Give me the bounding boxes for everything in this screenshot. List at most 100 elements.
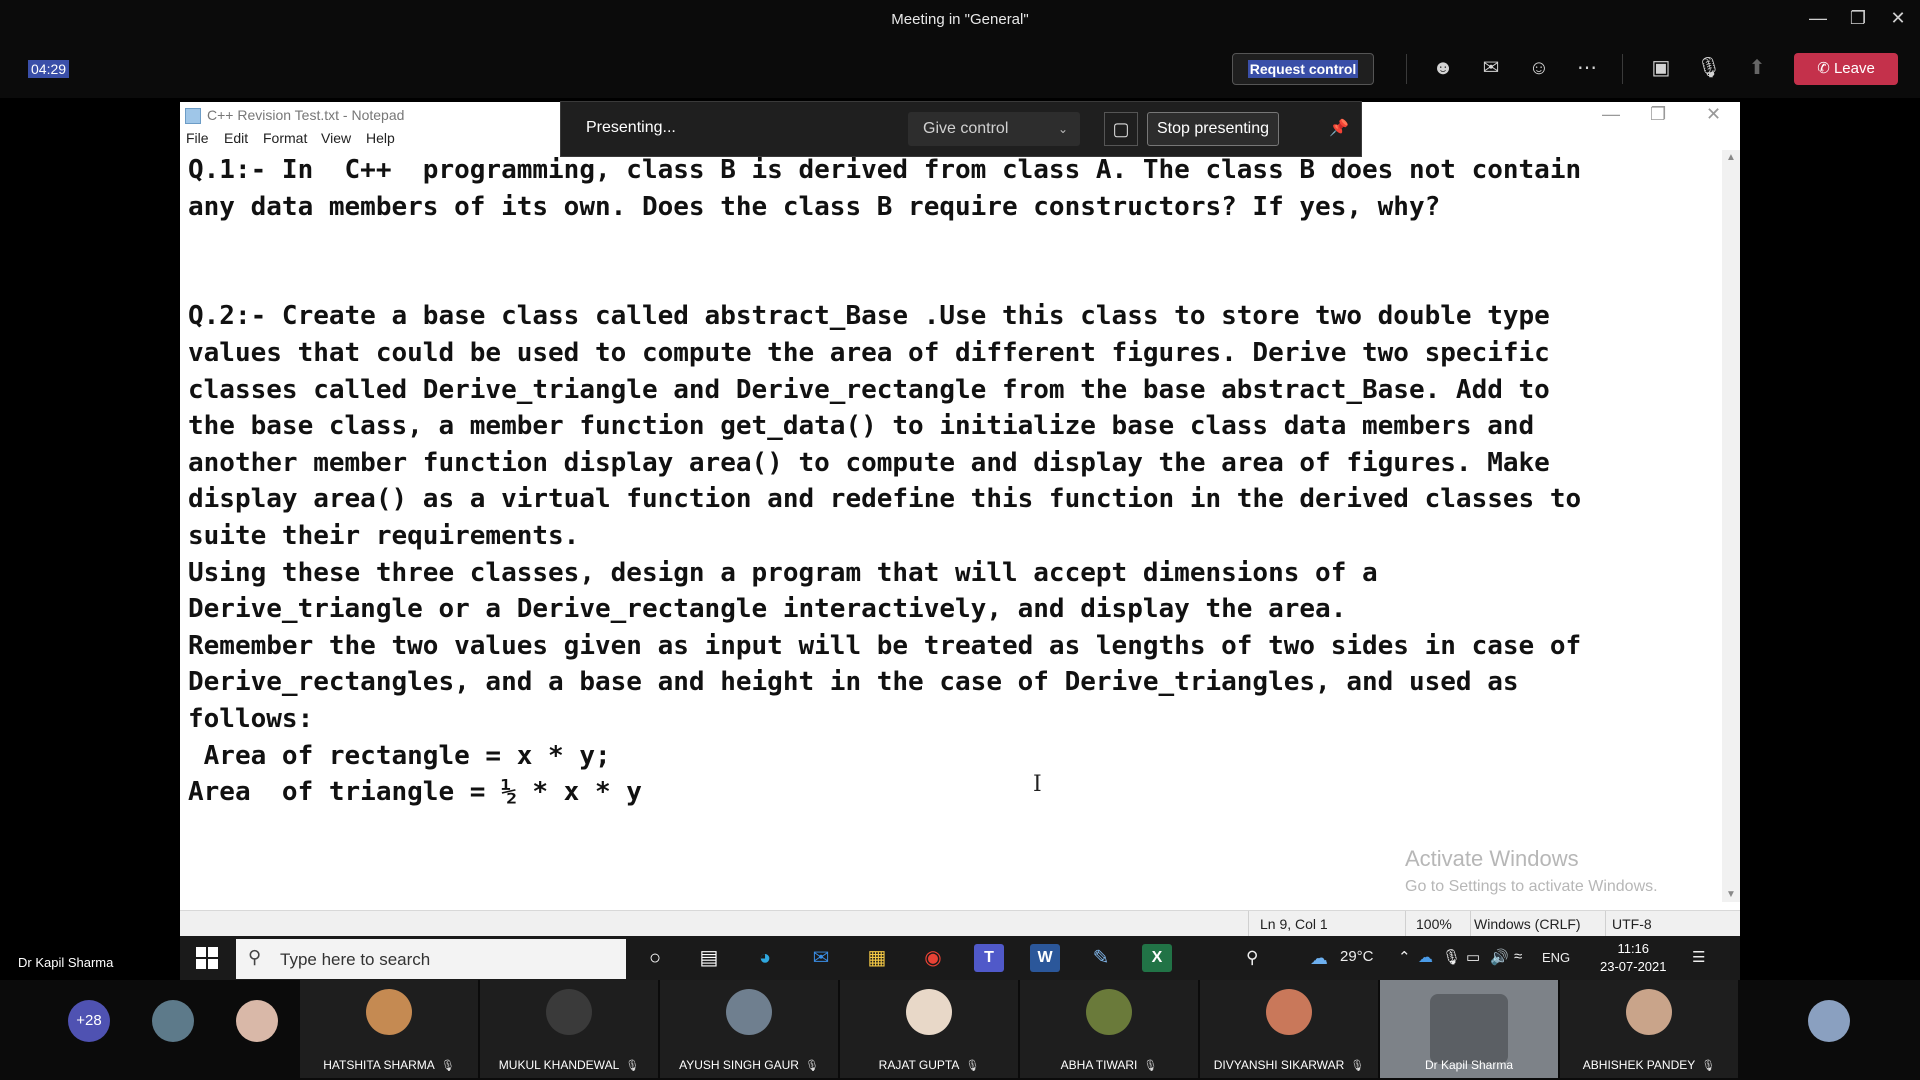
screen-share-icon[interactable]: ▢ <box>1104 112 1138 146</box>
meeting-timer: 04:29 <box>28 60 70 78</box>
share-tray-icon[interactable]: ⬆ <box>1744 55 1770 81</box>
status-divider <box>1470 911 1471 937</box>
toolbar-divider <box>1406 54 1407 84</box>
notepad-status-bar: Ln 9, Col 1 100% Windows (CRLF) UTF-8 <box>180 910 1740 937</box>
more-participants-badge[interactable]: +28 <box>68 1000 110 1042</box>
vertical-scrollbar[interactable]: ▲ ▼ <box>1722 150 1740 902</box>
avatar <box>726 989 772 1035</box>
cortana-icon[interactable]: ○ <box>640 944 670 972</box>
task-view-icon[interactable]: ▤ <box>694 944 724 972</box>
scroll-up-icon[interactable]: ▲ <box>1722 152 1740 163</box>
participant-name: ABHISHEK PANDEY <box>1582 1058 1696 1072</box>
weather-temperature[interactable]: 29°C <box>1340 948 1374 965</box>
more-icon[interactable]: ⋯ <box>1574 55 1600 81</box>
mic-off-icon: 🎙 <box>440 1060 455 1072</box>
avatar[interactable] <box>236 1000 278 1042</box>
windows-start-icon[interactable] <box>196 947 218 969</box>
scroll-down-icon[interactable]: ▼ <box>1722 889 1740 900</box>
battery-icon[interactable]: ▭ <box>1466 948 1480 966</box>
windows-taskbar: ⚲ Type here to search ○ ▤ ◕ ✉ ▦ ◉ T W ✎ … <box>180 936 1740 980</box>
search-people-icon[interactable]: ⚲ <box>1246 948 1258 968</box>
clock-date: 23-07-2021 <box>1600 959 1667 974</box>
participant-tile[interactable]: ABHA TIWARI 🎙 <box>1020 980 1198 1078</box>
participant-tile[interactable]: MUKUL KHANDEWAL 🎙 <box>480 980 658 1078</box>
participant-tile[interactable]: ABHISHEK PANDEY 🎙 <box>1560 980 1738 1078</box>
status-zoom: 100% <box>1416 916 1452 932</box>
notepad-title: C++ Revision Test.txt - Notepad <box>207 107 405 123</box>
participant-tile[interactable]: AYUSH SINGH GAUR 🎙 <box>660 980 838 1078</box>
meeting-toolbar: 04:29 Request control ☻ ✉ ☺ ⋯ ▣ 🎙 ⬆ ✆ Le… <box>0 40 1920 98</box>
avatar <box>906 989 952 1035</box>
pin-icon[interactable]: 📌 <box>1329 118 1349 138</box>
participant-strip: +28 HATSHITA SHARMA 🎙 MUKUL KHANDEWAL 🎙 AY… <box>0 980 1920 1080</box>
clock-time: 11:16 <box>1617 941 1650 956</box>
give-control-dropdown[interactable]: Give control ⌄ <box>908 112 1080 146</box>
notepad-close-icon[interactable]: ✕ <box>1706 104 1721 125</box>
restore-icon[interactable]: ❐ <box>1846 8 1870 29</box>
camera-off-icon[interactable]: ▣ <box>1648 55 1674 81</box>
search-placeholder: Type here to search <box>280 950 431 969</box>
leave-button[interactable]: ✆ Leave <box>1794 53 1898 85</box>
onedrive-icon[interactable]: ☁ <box>1418 948 1433 966</box>
search-icon: ⚲ <box>248 947 262 967</box>
menu-view[interactable]: View <box>321 130 351 146</box>
participant-tile[interactable]: RAJAT GUPTA 🎙 <box>840 980 1018 1078</box>
status-divider <box>1248 911 1249 937</box>
notepad-text-area[interactable]: Q.1:- In C++ programming, class B is der… <box>188 152 1718 812</box>
text-cursor-icon: I <box>1033 772 1042 797</box>
mic-off-icon: 🎙 <box>804 1060 819 1072</box>
notepad-restore-icon[interactable]: ❐ <box>1650 104 1666 125</box>
participant-name: HATSHITA SHARMA <box>323 1058 435 1072</box>
participant-tile[interactable]: DIVYANSHI SIKARWAR 🎙 <box>1200 980 1378 1078</box>
watermark-subtitle: Go to Settings to activate Windows. <box>1405 878 1658 895</box>
word-icon[interactable]: W <box>1030 944 1060 972</box>
language-indicator[interactable]: ENG <box>1542 950 1570 965</box>
weather-cloud-icon[interactable]: ☁ <box>1310 948 1328 969</box>
mic-off-icon[interactable]: 🎙 <box>1696 55 1722 81</box>
video-feed <box>1430 994 1508 1064</box>
menu-format[interactable]: Format <box>263 130 307 146</box>
notepad-taskbar-icon[interactable]: ✎ <box>1086 944 1116 972</box>
notepad-icon <box>185 108 201 124</box>
edge-icon[interactable]: ◕ <box>750 944 780 972</box>
mic-off-icon: 🎙 <box>1350 1060 1365 1072</box>
notepad-minimize-icon[interactable]: — <box>1602 104 1620 125</box>
avatar <box>546 989 592 1035</box>
watermark-title: Activate Windows <box>1405 846 1579 871</box>
file-explorer-icon[interactable]: ▦ <box>862 944 892 972</box>
menu-help[interactable]: Help <box>366 130 395 146</box>
participant-name: AYUSH SINGH GAUR <box>679 1058 799 1072</box>
chat-icon[interactable]: ✉ <box>1478 55 1504 81</box>
close-icon[interactable]: ✕ <box>1886 8 1910 29</box>
excel-icon[interactable]: X <box>1142 944 1172 972</box>
taskbar-search-box[interactable]: ⚲ Type here to search <box>236 939 626 979</box>
participant-name: DIVYANSHI SIKARWAR <box>1213 1058 1345 1072</box>
avatar[interactable] <box>1808 1000 1850 1042</box>
volume-icon[interactable]: 🔊 <box>1490 948 1509 966</box>
participant-name: ABHA TIWARI <box>1060 1058 1138 1072</box>
stop-presenting-button[interactable]: Stop presenting <box>1147 112 1279 146</box>
status-divider <box>1405 911 1406 937</box>
reactions-icon[interactable]: ☺ <box>1526 55 1552 81</box>
avatar <box>1086 989 1132 1035</box>
avatar[interactable] <box>152 1000 194 1042</box>
chrome-icon[interactable]: ◉ <box>918 944 948 972</box>
minimize-icon[interactable]: — <box>1806 8 1830 29</box>
chevron-up-icon[interactable]: ⌃ <box>1398 948 1411 966</box>
participant-tile[interactable]: HATSHITA SHARMA 🎙 <box>300 980 478 1078</box>
people-icon[interactable]: ☻ <box>1430 55 1456 81</box>
mail-icon[interactable]: ✉ <box>806 944 836 972</box>
taskbar-clock[interactable]: 11:16 23-07-2021 <box>1600 940 1667 976</box>
request-control-button[interactable]: Request control <box>1232 53 1374 85</box>
presenting-status: Presenting... <box>586 119 676 136</box>
menu-file[interactable]: File <box>186 130 209 146</box>
menu-edit[interactable]: Edit <box>224 130 248 146</box>
wifi-icon[interactable]: ≈ <box>1514 948 1522 965</box>
avatar <box>366 989 412 1035</box>
microphone-icon[interactable]: 🎙 <box>1442 948 1461 966</box>
notifications-icon[interactable]: ☰ <box>1692 948 1705 966</box>
teams-icon[interactable]: T <box>974 944 1004 972</box>
status-divider <box>1605 911 1606 937</box>
status-encoding: UTF-8 <box>1612 916 1652 932</box>
participant-video-tile[interactable]: Dr Kapil Sharma <box>1380 980 1558 1078</box>
